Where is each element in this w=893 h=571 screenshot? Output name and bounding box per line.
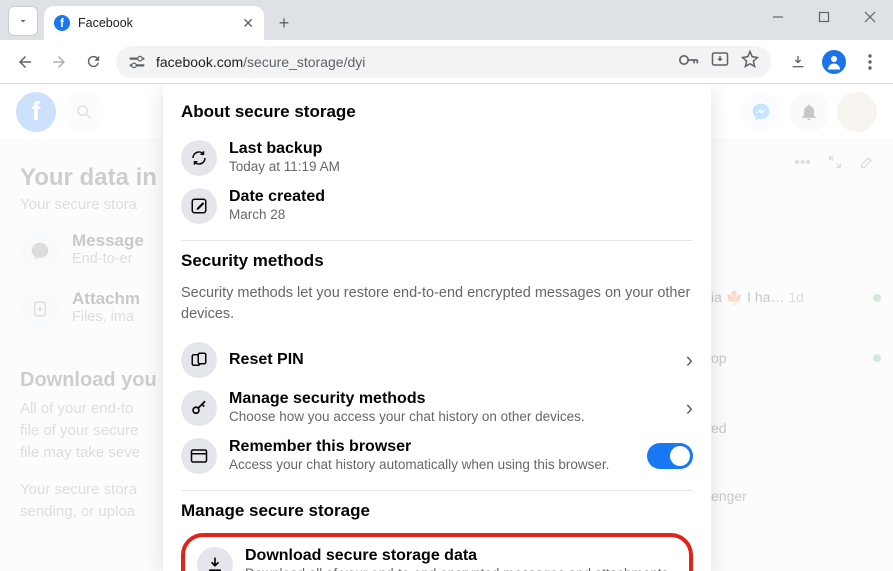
chrome-menu-button[interactable]	[855, 47, 885, 77]
secure-storage-panel: About secure storage Last backup Today a…	[163, 84, 711, 571]
compose-icon[interactable]	[859, 154, 875, 175]
remember-browser-toggle[interactable]	[647, 443, 693, 469]
nav-forward-button[interactable]	[42, 45, 76, 79]
date-created-row: Date created March 28	[181, 182, 693, 230]
contact-row[interactable]: op	[711, 344, 881, 372]
browser-toolbar: facebook.com/secure_storage/dyi	[0, 40, 893, 84]
download-icon	[197, 547, 233, 571]
chevron-down-icon	[17, 15, 29, 27]
nav-reload-button[interactable]	[76, 45, 110, 79]
url-text: facebook.com/secure_storage/dyi	[156, 54, 365, 70]
profile-button[interactable]	[819, 47, 849, 77]
reset-pin-row[interactable]: Reset PIN ›	[181, 336, 693, 384]
window-controls	[755, 0, 893, 34]
new-tab-button[interactable]: +	[270, 9, 298, 37]
tab-search-button[interactable]	[8, 6, 38, 36]
contact-row[interactable]: ed	[711, 414, 881, 442]
facebook-logo[interactable]: f	[16, 92, 56, 132]
edit-icon	[181, 188, 217, 224]
about-heading: About secure storage	[181, 102, 693, 122]
tab-title: Facebook	[78, 16, 236, 30]
notifications-button[interactable]	[789, 92, 829, 132]
more-icon[interactable]: •••	[794, 154, 811, 175]
security-methods-description: Security methods let you restore end-to-…	[181, 283, 693, 324]
downloads-button[interactable]	[783, 47, 813, 77]
expand-icon[interactable]	[827, 154, 843, 175]
last-backup-row: Last backup Today at 11:19 AM	[181, 134, 693, 182]
remember-browser-row: Remember this browser Access your chat h…	[181, 432, 693, 480]
download-secure-storage-row[interactable]: Download secure storage data Download al…	[181, 533, 693, 571]
profile-avatar[interactable]	[837, 92, 877, 132]
nav-back-button[interactable]	[8, 45, 42, 79]
key-icon[interactable]	[679, 53, 699, 71]
site-settings-icon[interactable]	[128, 55, 146, 69]
facebook-favicon: f	[54, 15, 70, 31]
messenger-icon	[20, 231, 60, 271]
chevron-right-icon: ›	[686, 395, 693, 421]
messenger-button[interactable]	[741, 92, 781, 132]
key-icon	[181, 390, 217, 426]
manage-security-methods-row[interactable]: Manage security methods Choose how you a…	[181, 384, 693, 432]
window-maximize-button[interactable]	[801, 0, 847, 34]
address-bar[interactable]: facebook.com/secure_storage/dyi	[116, 46, 771, 78]
chevron-right-icon: ›	[686, 347, 693, 373]
manage-storage-heading: Manage secure storage	[181, 501, 693, 521]
security-methods-heading: Security methods	[181, 251, 693, 271]
install-app-icon[interactable]	[711, 51, 729, 72]
contact-row[interactable]: ia 🍁 I ha… 1d	[711, 283, 881, 312]
devices-icon	[181, 342, 217, 378]
window-minimize-button[interactable]	[755, 0, 801, 34]
window-close-button[interactable]	[847, 0, 893, 34]
tab-close-button[interactable]: ✕	[242, 15, 254, 32]
contact-row[interactable]: enger	[711, 482, 881, 510]
bookmark-star-icon[interactable]	[741, 50, 759, 73]
attachment-icon	[20, 289, 60, 329]
facebook-search-button[interactable]	[64, 92, 104, 132]
browser-tab-active[interactable]: f Facebook ✕	[44, 6, 264, 40]
refresh-icon	[181, 140, 217, 176]
browser-icon	[181, 438, 217, 474]
